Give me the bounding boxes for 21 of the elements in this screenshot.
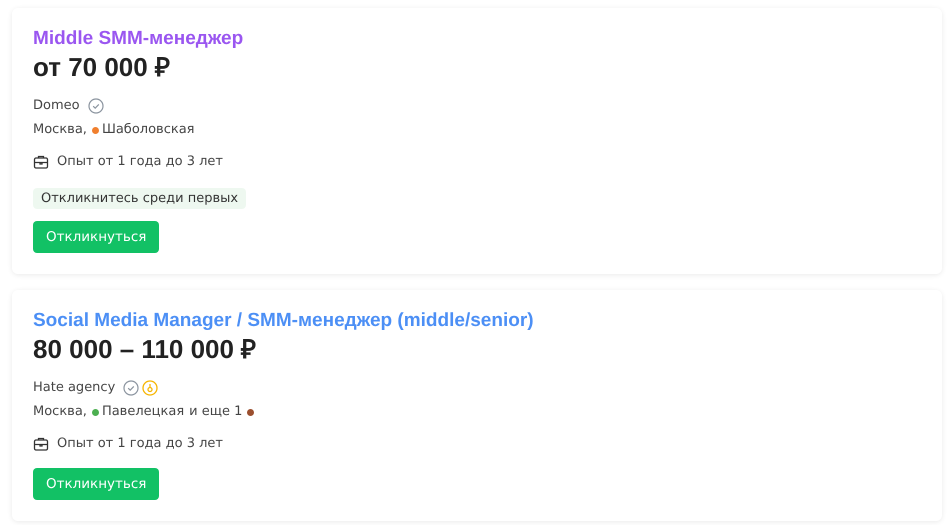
metro-station: Павелецкая (102, 403, 184, 421)
company-name: Hate agency (33, 379, 116, 397)
early-response-tag: Откликнитесь среди первых (33, 188, 246, 209)
salary: от 70 000 ₽ (33, 52, 170, 82)
salary: 80 000 – 110 000 ₽ (33, 334, 256, 364)
company-name: Domeo (33, 97, 80, 115)
briefcase-icon (33, 436, 49, 452)
award-badge-icon (142, 380, 158, 396)
city: Москва, (33, 121, 87, 139)
respond-button[interactable]: Откликнуться (33, 468, 160, 500)
experience: Опыт от 1 года до 3 лет (57, 435, 223, 453)
experience: Опыт от 1 года до 3 лет (57, 153, 223, 171)
more-stations: и еще 1 (189, 403, 242, 421)
briefcase-icon (33, 154, 49, 170)
verified-check-icon (88, 98, 104, 114)
verified-check-icon (123, 380, 140, 396)
vacancy-title-link[interactable]: Social Media Manager / SMM-менеджер (middle/senior) (33, 308, 534, 334)
city: Москва, (33, 403, 87, 421)
vacancy-title-link[interactable]: Middle SMM-менеджер (33, 26, 244, 52)
metro-station: Шаболовская (102, 121, 194, 139)
respond-button[interactable]: Откликнуться (33, 221, 160, 253)
